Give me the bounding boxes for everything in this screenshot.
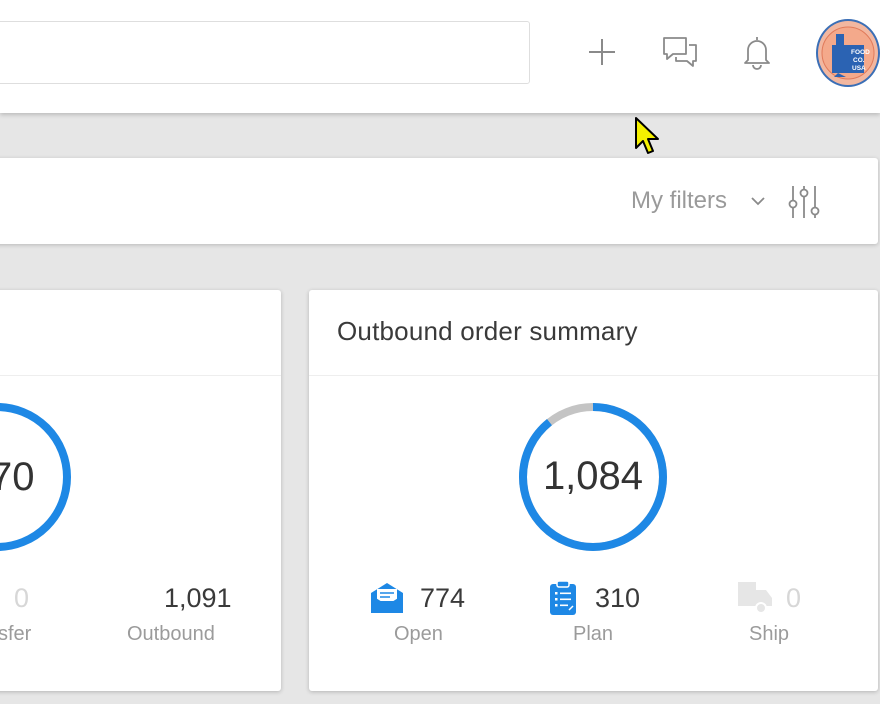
- donut-total: 1,084: [542, 454, 644, 498]
- stat-value: 310: [595, 583, 641, 613]
- search-input[interactable]: [0, 21, 530, 84]
- inbound-summary-card: 70 0 sfer 1,091 Outbound: [0, 290, 281, 691]
- top-bar: FOOD CO. USA: [0, 0, 880, 113]
- avatar-line-3: USA: [852, 65, 866, 72]
- my-filters-dropdown[interactable]: My filters: [631, 158, 727, 244]
- chat-icon[interactable]: [660, 32, 700, 72]
- stat-value: 0: [14, 583, 30, 613]
- stat-label: Open: [394, 623, 443, 645]
- clipboard-icon: [550, 580, 576, 615]
- donut-total: 70: [0, 455, 35, 499]
- avatar[interactable]: FOOD CO. USA: [816, 19, 880, 87]
- stat-label: Outbound: [127, 623, 215, 645]
- truck-icon: [738, 582, 772, 614]
- stat-value: 0: [786, 583, 802, 613]
- plus-icon[interactable]: [582, 32, 622, 72]
- avatar-line-1: FOOD: [851, 49, 870, 56]
- chevron-down-icon[interactable]: [748, 191, 768, 211]
- stat-label: Ship: [749, 623, 790, 645]
- bell-icon[interactable]: [737, 32, 777, 72]
- filter-bar: My filters: [0, 158, 878, 244]
- stat-value: 1,091: [164, 583, 232, 613]
- my-filters-label: My filters: [631, 187, 727, 214]
- mouse-cursor-icon: [635, 117, 659, 154]
- stat-label: Plan: [573, 623, 614, 645]
- avatar-line-2: CO.: [853, 57, 865, 64]
- filter-settings-icon[interactable]: [784, 182, 824, 222]
- card-title: Outbound order summary: [337, 316, 638, 346]
- envelope-icon: [371, 583, 403, 613]
- stat-value: 774: [420, 583, 466, 613]
- outbound-summary-card: Outbound order summary 1,084 774 Open 31…: [309, 290, 878, 691]
- stat-label: sfer: [0, 623, 32, 645]
- card-header: Outbound order summary: [309, 290, 878, 376]
- card-header: [0, 290, 281, 376]
